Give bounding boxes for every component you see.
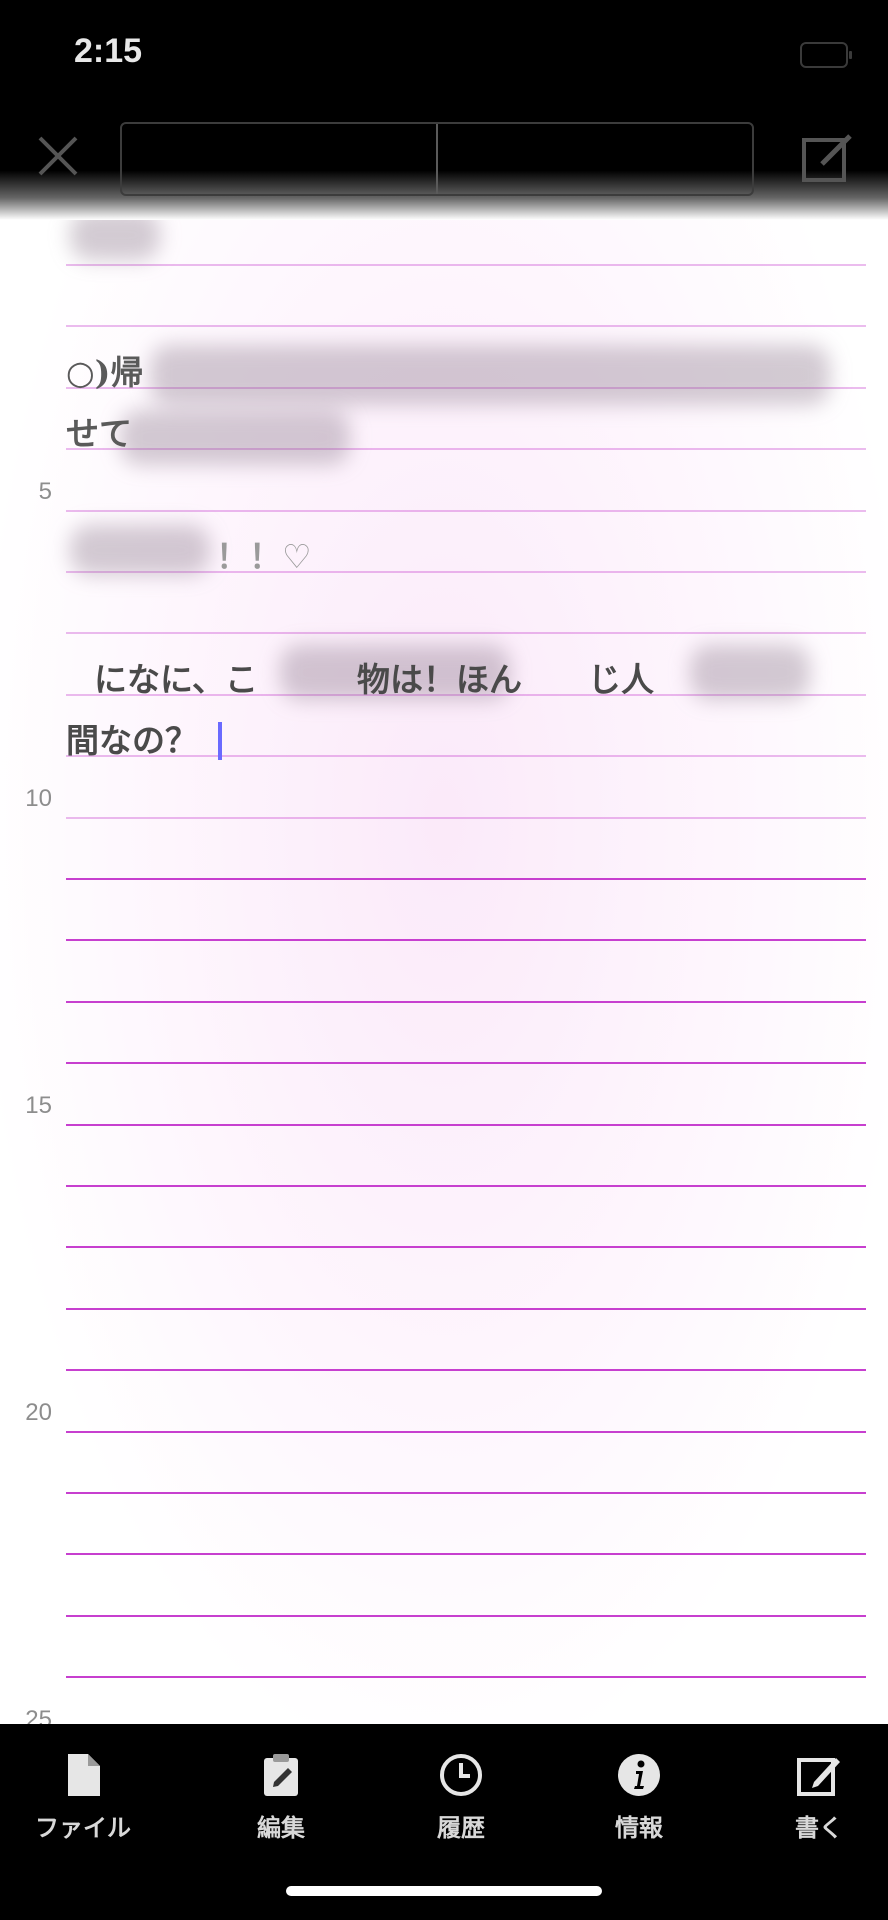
ruled-line [66, 1676, 866, 1679]
text-line-8: になに、こ 物は！ほん じ人 [94, 660, 655, 699]
ruled-line [66, 264, 866, 266]
home-indicator [286, 1886, 602, 1896]
file-icon [68, 1754, 100, 1796]
ruled-line [66, 816, 866, 819]
tab-label: 編集 [257, 1814, 305, 1842]
ruled-line [66, 939, 866, 942]
ruled-line [66, 1369, 866, 1372]
tab-label: 書く [795, 1814, 843, 1842]
ruled-line [66, 1185, 866, 1187]
line-number-15: 15 [25, 1092, 52, 1119]
ruled-line [66, 1000, 866, 1003]
tab-write[interactable]: 書く [744, 1752, 888, 1843]
tab-label: ファイル [35, 1814, 131, 1842]
ruled-line [66, 1553, 866, 1556]
ruled-line [66, 1492, 866, 1494]
compose-icon [802, 134, 852, 182]
text-line-6: ！！♡ [216, 537, 312, 576]
compose-icon [797, 1758, 840, 1796]
clipboard-edit-icon [264, 1754, 298, 1796]
tab-history[interactable]: 履歴 [386, 1752, 536, 1843]
close-icon [38, 136, 78, 176]
editor-area[interactable]: 5 10 15 20 25 ○)帰 せて ！！♡ になに、こ 物は！ほん じ人 … [0, 220, 888, 1724]
ruled-line [66, 1430, 866, 1433]
info-icon [618, 1754, 660, 1796]
top-toolbar [0, 110, 888, 220]
tab-label: 履歴 [437, 1814, 485, 1842]
blurred-text [70, 220, 160, 260]
close-button[interactable] [34, 132, 82, 180]
segment-right[interactable] [438, 124, 752, 194]
status-time: 2:15 [74, 32, 143, 70]
ruled-line [66, 1614, 866, 1617]
tab-edit[interactable]: 編集 [206, 1752, 356, 1843]
ruled-line [66, 325, 866, 328]
segment-left[interactable] [122, 124, 438, 194]
text-cursor [218, 722, 222, 760]
line-number-5: 5 [38, 478, 52, 505]
ruled-line [66, 632, 866, 635]
text-line-4: せて [66, 414, 132, 453]
ruled-line [66, 1307, 866, 1310]
line-number-25: 25 [25, 1706, 52, 1724]
tab-info[interactable]: 情報 [564, 1752, 714, 1843]
clock-history-icon [440, 1754, 482, 1796]
line-number-20: 20 [25, 1399, 52, 1426]
ruled-line [66, 878, 866, 880]
compose-button[interactable] [800, 130, 856, 186]
battery-icon [800, 42, 852, 68]
status-bar: 2:15 [0, 0, 888, 110]
ruled-line [66, 1246, 866, 1249]
tab-file[interactable]: ファイル [8, 1752, 158, 1843]
text-line-3: ○)帰 [66, 353, 144, 392]
ruled-line [66, 1062, 866, 1065]
segmented-control [120, 122, 754, 196]
tab-label: 情報 [615, 1814, 663, 1842]
text-line-9: 間なの？ [66, 721, 198, 760]
line-number-10: 10 [25, 785, 52, 812]
ruled-line [66, 1123, 866, 1126]
ruled-line [66, 509, 866, 512]
